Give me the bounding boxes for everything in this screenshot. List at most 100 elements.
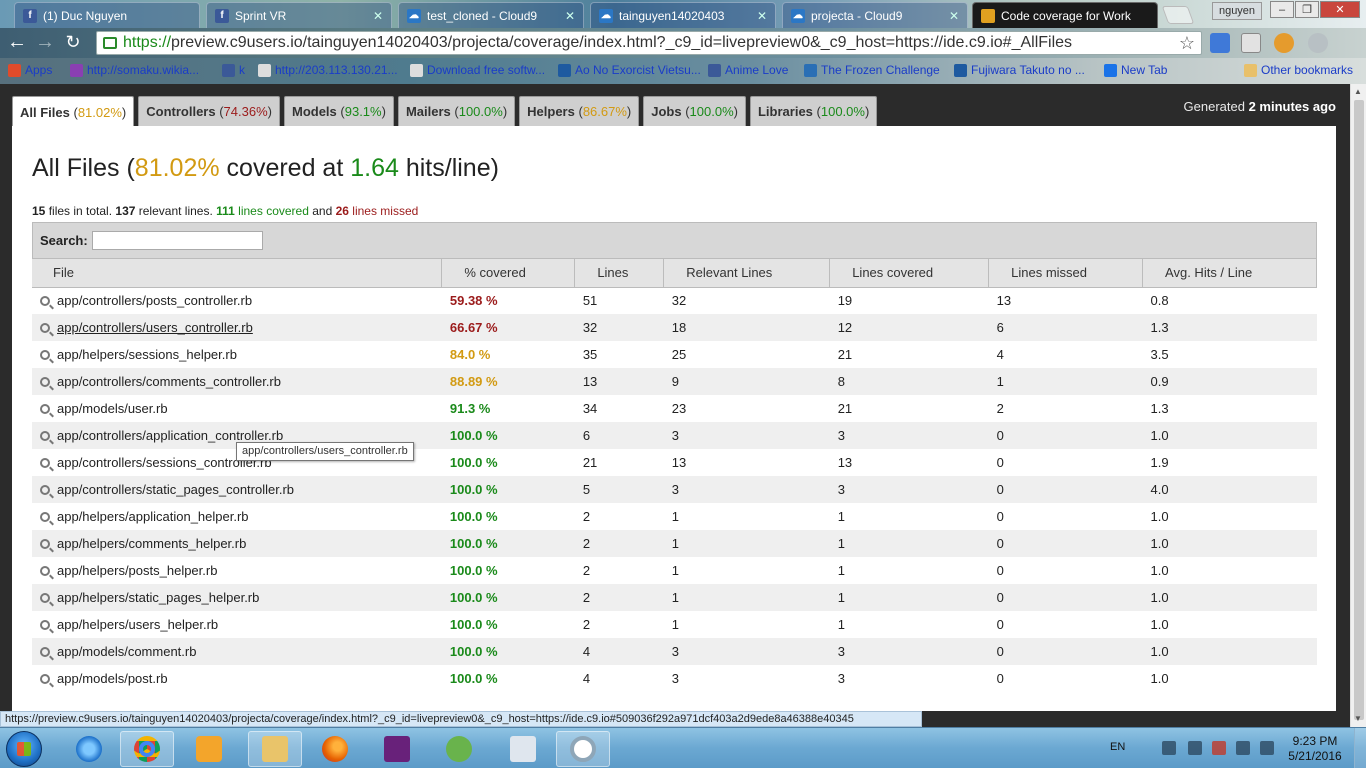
bookmark-star-icon[interactable]: ☆: [1179, 33, 1195, 54]
volume-icon[interactable]: [1260, 741, 1274, 755]
file-explorer-icon[interactable]: [248, 731, 302, 767]
file-link[interactable]: app/helpers/static_pages_helper.rb: [57, 590, 259, 605]
chrome-icon[interactable]: [120, 731, 174, 767]
close-window-button[interactable]: ✕: [1320, 1, 1360, 18]
category-tab-mailers[interactable]: Mailers (100.0%): [397, 96, 516, 126]
scroll-up-icon[interactable]: ▲: [1354, 87, 1362, 96]
bookmark-item[interactable]: Anime Love: [708, 63, 788, 77]
input-language[interactable]: EN: [1110, 741, 1125, 753]
column-header[interactable]: Relevant Lines: [663, 259, 831, 288]
firefox-icon[interactable]: [308, 731, 362, 767]
file-link[interactable]: app/helpers/posts_helper.rb: [57, 563, 217, 578]
bookmark-item[interactable]: Download free softw...: [410, 63, 545, 77]
magnifier-icon[interactable]: [40, 296, 50, 307]
file-link[interactable]: app/helpers/sessions_helper.rb: [57, 347, 237, 362]
keyboard-icon[interactable]: [496, 731, 550, 767]
search-input[interactable]: [91, 231, 263, 250]
bookmark-item[interactable]: http://somaku.wikia...: [70, 63, 199, 77]
bookmark-item[interactable]: New Tab: [1104, 63, 1167, 77]
network-icon[interactable]: [1162, 741, 1176, 755]
magnifier-icon[interactable]: [40, 512, 50, 522]
file-link[interactable]: app/helpers/comments_helper.rb: [57, 536, 246, 551]
browser-tab[interactable]: ☁ projecta - Cloud9 ✕: [782, 2, 968, 28]
category-tab-jobs[interactable]: Jobs (100.0%): [643, 96, 746, 126]
magnifier-icon[interactable]: [40, 566, 50, 576]
magnifier-icon[interactable]: [40, 485, 50, 495]
scroll-down-icon[interactable]: ▼: [1354, 714, 1362, 723]
address-bar[interactable]: https:// preview.c9users.io/tainguyen140…: [96, 31, 1202, 55]
media-player-icon[interactable]: [182, 731, 236, 767]
device-icon[interactable]: [1236, 741, 1250, 755]
column-header[interactable]: % covered: [441, 259, 576, 288]
close-tab-icon[interactable]: ✕: [949, 9, 959, 23]
new-tab-button[interactable]: [1161, 6, 1195, 24]
column-header[interactable]: Lines missed: [988, 259, 1144, 288]
magnifier-icon[interactable]: [40, 674, 50, 684]
reload-icon[interactable]: ↻: [62, 32, 84, 54]
system-clock[interactable]: 9:23 PM 5/21/2016: [1284, 734, 1346, 764]
profile-badge[interactable]: nguyen: [1212, 2, 1262, 20]
forward-arrow-icon[interactable]: →: [34, 32, 56, 54]
extension-off-icon[interactable]: [1274, 33, 1294, 53]
magnifier-icon[interactable]: [40, 620, 50, 630]
file-link[interactable]: app/models/comment.rb: [57, 644, 196, 659]
file-link[interactable]: app/models/post.rb: [57, 671, 168, 686]
magnifier-icon[interactable]: [40, 377, 50, 387]
category-tab-models[interactable]: Models (93.1%): [283, 96, 394, 126]
category-tab-controllers[interactable]: Controllers (74.36%): [138, 96, 280, 126]
minimize-button[interactable]: –: [1270, 1, 1294, 18]
office-extension-icon[interactable]: [1241, 33, 1261, 53]
magnifier-icon[interactable]: [40, 539, 50, 549]
file-link[interactable]: app/helpers/application_helper.rb: [57, 509, 249, 524]
file-link[interactable]: app/controllers/application_controller.r…: [57, 428, 283, 443]
bookmark-apps[interactable]: Apps: [8, 63, 52, 77]
bookmark-item[interactable]: http://203.113.130.21...: [258, 63, 398, 77]
bookmark-item[interactable]: k: [222, 63, 245, 77]
magnifier-icon[interactable]: [40, 647, 50, 657]
column-header[interactable]: Lines: [574, 259, 665, 288]
vertical-scrollbar[interactable]: ▲ ▼: [1350, 84, 1366, 727]
browser-tab[interactable]: ☁ test_cloned - Cloud9 ✕: [398, 2, 584, 28]
other-bookmarks[interactable]: Other bookmarks: [1244, 63, 1353, 77]
category-tab-all-files[interactable]: All Files (81.02%): [12, 96, 135, 127]
file-link[interactable]: app/controllers/users_controller.rb: [57, 320, 253, 335]
snipping-tool-icon[interactable]: [432, 731, 486, 767]
show-desktop-button[interactable]: [1354, 728, 1366, 768]
bookmark-item[interactable]: The Frozen Challenge: [804, 63, 940, 77]
menu-extension-icon[interactable]: [1308, 33, 1328, 53]
restore-button[interactable]: ❐: [1295, 1, 1319, 18]
magnifier-icon[interactable]: [40, 458, 50, 468]
category-tab-helpers[interactable]: Helpers (86.67%): [519, 96, 640, 126]
opera-icon[interactable]: [556, 731, 610, 767]
magnifier-icon[interactable]: [40, 404, 50, 414]
bookmark-item[interactable]: Ao No Exorcist Vietsu...: [558, 63, 701, 77]
category-tab-libraries[interactable]: Libraries (100.0%): [749, 96, 878, 126]
scroll-thumb[interactable]: [1354, 100, 1364, 720]
column-header[interactable]: File: [32, 259, 443, 288]
magnifier-icon[interactable]: [40, 323, 50, 333]
close-tab-icon[interactable]: ✕: [565, 9, 575, 23]
column-header[interactable]: Avg. Hits / Line: [1142, 259, 1317, 288]
close-tab-icon[interactable]: ✕: [373, 9, 383, 23]
action-center-icon[interactable]: [1212, 741, 1226, 755]
file-link[interactable]: app/controllers/static_pages_controller.…: [57, 482, 294, 497]
visual-studio-icon[interactable]: [370, 731, 424, 767]
magnifier-icon[interactable]: [40, 350, 50, 360]
windows-flag-icon[interactable]: [1188, 741, 1202, 755]
browser-tab[interactable]: f (1) Duc Nguyen: [14, 2, 200, 28]
magnifier-icon[interactable]: [40, 431, 50, 441]
browser-tab[interactable]: ☁ tainguyen14020403 ✕: [590, 2, 776, 28]
back-arrow-icon[interactable]: ←: [6, 32, 28, 54]
browser-tab-active[interactable]: Code coverage for Work: [972, 2, 1158, 28]
magnifier-icon[interactable]: [40, 593, 50, 603]
internet-explorer-icon[interactable]: [62, 731, 116, 767]
start-button[interactable]: [6, 731, 42, 767]
translate-extension-icon[interactable]: [1210, 33, 1230, 53]
close-tab-icon[interactable]: ✕: [757, 9, 767, 23]
column-header[interactable]: Lines covered: [829, 259, 990, 288]
bookmark-item[interactable]: Fujiwara Takuto no ...: [954, 63, 1085, 77]
file-link[interactable]: app/controllers/comments_controller.rb: [57, 374, 281, 389]
browser-tab[interactable]: f Sprint VR ✕: [206, 2, 392, 28]
file-link[interactable]: app/controllers/posts_controller.rb: [57, 293, 252, 308]
file-link[interactable]: app/helpers/users_helper.rb: [57, 617, 218, 632]
